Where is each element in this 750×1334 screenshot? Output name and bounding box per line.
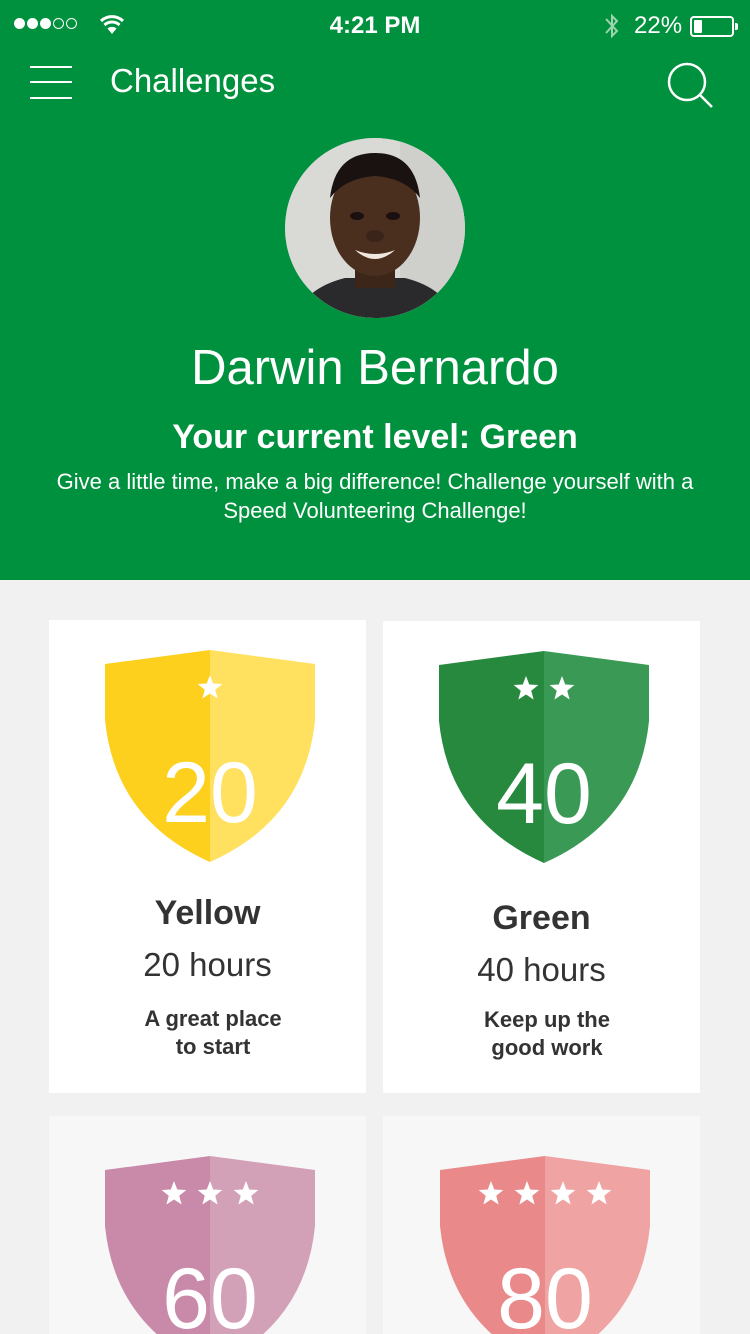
level-card-yellow[interactable]: 20 Yellow 20 hours A great place to star… — [49, 620, 366, 1093]
user-name: Darwin Bernardo — [191, 341, 559, 395]
shield-badge-icon: 20 — [105, 650, 315, 862]
badge-number: 40 — [496, 746, 592, 842]
level-hours: 40 hours — [477, 951, 606, 988]
level-card-60[interactable]: 60 — [49, 1116, 366, 1334]
level-card-80[interactable]: 80 — [383, 1116, 700, 1334]
battery-percentage: 22% — [634, 12, 683, 39]
hamburger-menu-icon[interactable] — [30, 64, 72, 100]
shield-badge-icon: 60 — [105, 1156, 315, 1334]
level-tagline: Keep up the good work — [484, 1007, 610, 1060]
level-tagline: A great place to start — [144, 1006, 282, 1059]
page-title: Challenges — [110, 62, 276, 99]
status-bar: 4:21 PM 22% — [0, 0, 750, 50]
battery-icon — [690, 16, 738, 37]
current-level-title: Your current level: Green — [172, 418, 578, 456]
badge-number: 80 — [497, 1251, 593, 1334]
level-card-green[interactable]: 40 Green 40 hours Keep up the good work — [383, 621, 700, 1093]
level-name: Yellow — [154, 894, 261, 932]
badge-number: 60 — [162, 1251, 258, 1334]
level-description: Give a little time, make a big differenc… — [56, 469, 694, 523]
avatar-portrait — [285, 138, 465, 318]
level-name: Green — [492, 899, 591, 937]
shield-badge-icon: 40 — [439, 651, 649, 863]
shield-badge-icon: 80 — [440, 1156, 650, 1334]
profile-header: 4:21 PM 22% Challenges Darwin Bernardo Y… — [0, 0, 750, 580]
badge-number: 20 — [162, 745, 258, 841]
level-hours: 20 hours — [143, 946, 272, 983]
bluetooth-icon — [605, 13, 619, 39]
search-icon[interactable] — [664, 60, 714, 110]
avatar — [285, 138, 465, 318]
